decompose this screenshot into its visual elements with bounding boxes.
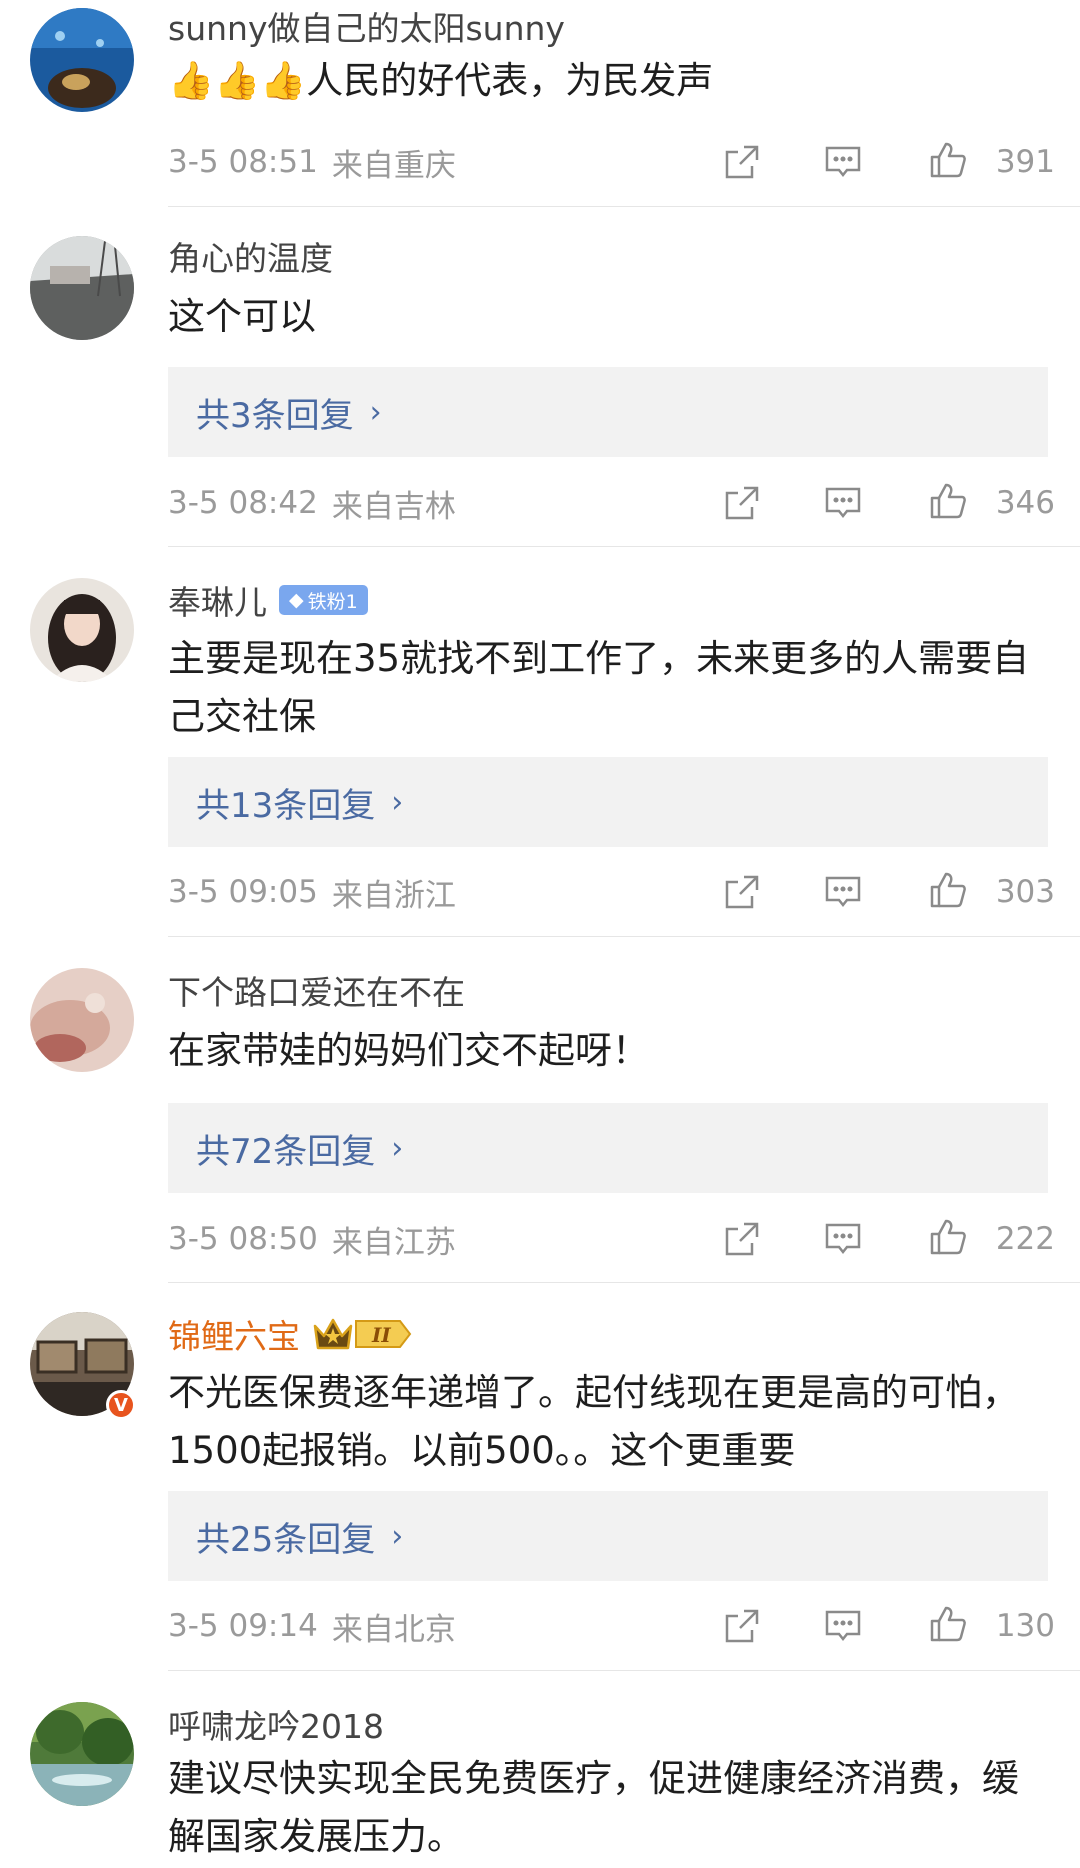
replies-count: 共13条回复 [196, 785, 376, 826]
diamond-icon: ◆ [289, 589, 304, 611]
comment-meta: 3-5 09:14 来自北京 [168, 1601, 456, 1651]
like-count: 222 [995, 1221, 1055, 1257]
comment-location: 来自吉林 [331, 488, 456, 525]
replies-count: 共25条回复 [196, 1519, 376, 1560]
comment-time: 3-5 08:51 [168, 144, 318, 180]
like-count: 130 [995, 1608, 1055, 1644]
username[interactable]: 锦鲤六宝 [168, 1310, 300, 1358]
thumbs-up-icon[interactable] [928, 1217, 968, 1257]
comment-time: 3-5 08:50 [168, 1221, 318, 1257]
replies-count: 共3条回复 [196, 395, 354, 436]
comment-text: 不光医保费逐年递增了。起付线现在更是高的可怕，1500起报销。以前500。。这个… [168, 1371, 1019, 1472]
like-count: 346 [995, 485, 1055, 521]
share-icon[interactable] [722, 872, 762, 912]
comment-meta: 3-5 08:50 来自江苏 [168, 1214, 456, 1264]
divider [168, 206, 1080, 207]
crown-icon [313, 1318, 353, 1350]
comment-meta: 3-5 08:42 来自吉林 [168, 478, 456, 528]
user-avatar[interactable] [30, 968, 134, 1072]
replies-button[interactable]: 共13条回复 › [168, 757, 1048, 847]
divider [168, 1670, 1080, 1671]
comment-location: 来自北京 [331, 1611, 456, 1648]
chevron-right-icon: › [391, 1130, 404, 1166]
user-avatar[interactable] [30, 236, 134, 340]
divider [168, 546, 1080, 547]
comment-location: 来自江苏 [331, 1224, 456, 1261]
verified-v-icon: V [106, 1390, 136, 1420]
vip-level-badge: II [312, 1316, 412, 1352]
thumbs-up-icon[interactable] [928, 1604, 968, 1644]
username[interactable]: 角心的温度 [168, 232, 333, 280]
user-avatar[interactable] [30, 1702, 134, 1806]
fan-level-label: 铁粉1 [307, 590, 358, 613]
user-avatar[interactable] [30, 578, 134, 682]
comment-location: 来自浙江 [331, 877, 456, 914]
share-icon[interactable] [722, 483, 762, 523]
like-count: 391 [995, 144, 1055, 180]
comment-meta: 3-5 09:05 来自浙江 [168, 867, 456, 917]
fan-level-badge: ◆ 铁粉1 [279, 585, 368, 615]
divider [168, 936, 1080, 937]
username[interactable]: 呼啸龙吟2018 [168, 1700, 384, 1748]
share-icon[interactable] [722, 142, 762, 182]
thumbs-up-icon[interactable] [928, 140, 968, 180]
replies-count: 共72条回复 [196, 1131, 376, 1172]
username[interactable]: 下个路口爱还在不在 [168, 966, 465, 1014]
chevron-right-icon: › [369, 394, 382, 430]
like-count: 303 [995, 874, 1055, 910]
comment-text: 主要是现在35就找不到工作了，未来更多的人需要自己交社保 [168, 637, 1030, 738]
share-icon[interactable] [722, 1219, 762, 1259]
share-icon[interactable] [722, 1606, 762, 1646]
thumbs-up-icon[interactable] [928, 481, 968, 521]
comment-icon[interactable] [823, 1606, 863, 1646]
chevron-right-icon: › [391, 784, 404, 820]
svg-text:II: II [371, 1323, 391, 1347]
replies-button[interactable]: 共72条回复 › [168, 1103, 1048, 1193]
username[interactable]: 奉琳儿 [168, 576, 267, 624]
replies-button[interactable]: 共3条回复 › [168, 367, 1048, 457]
comment-icon[interactable] [823, 1219, 863, 1259]
comment-location: 来自重庆 [331, 147, 456, 184]
replies-button[interactable]: 共25条回复 › [168, 1491, 1048, 1581]
user-avatar[interactable] [30, 8, 134, 112]
comment-text: 这个可以 [168, 295, 316, 338]
username[interactable]: sunny做自己的太阳sunny [168, 2, 565, 50]
comment-icon[interactable] [823, 872, 863, 912]
comment-icon[interactable] [823, 142, 863, 182]
comment-time: 3-5 09:14 [168, 1608, 318, 1644]
vip-level-tag: II [355, 1320, 412, 1348]
comment-text: 👍👍👍人民的好代表，为民发声 [168, 59, 714, 102]
comment-meta: 3-5 08:51 来自重庆 [168, 137, 456, 187]
comment-text: 在家带娃的妈妈们交不起呀！ [168, 1029, 649, 1072]
divider [168, 1282, 1080, 1283]
comment-time: 3-5 08:42 [168, 485, 318, 521]
thumbs-up-icon[interactable] [928, 870, 968, 910]
comment-text: 建议尽快实现全民免费医疗，促进健康经济消费，缓解国家发展压力。 [168, 1757, 1019, 1858]
comment-time: 3-5 09:05 [168, 874, 318, 910]
chevron-right-icon: › [391, 1518, 404, 1554]
comment-icon[interactable] [823, 483, 863, 523]
